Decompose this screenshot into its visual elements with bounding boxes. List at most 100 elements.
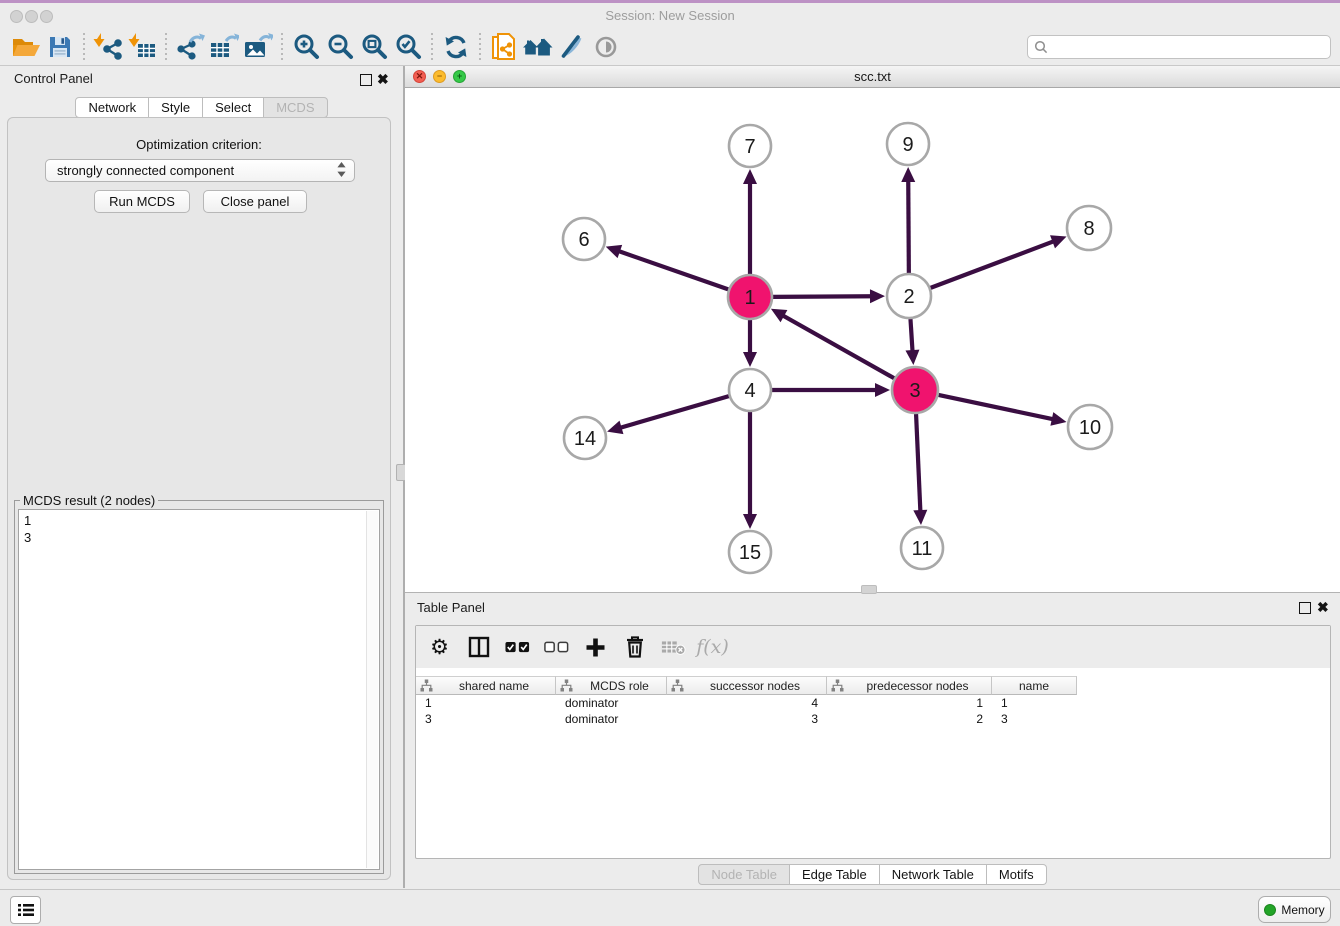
graph-node-label-4: 4 xyxy=(744,380,755,402)
tab-node-table[interactable]: Node Table xyxy=(698,864,790,885)
tab-motifs[interactable]: Motifs xyxy=(987,864,1047,885)
network-canvas[interactable]: 7968124314101511 xyxy=(405,88,1340,593)
tab-select[interactable]: Select xyxy=(203,97,264,118)
table-body: 1dominator4113dominator323 xyxy=(416,695,1330,727)
network-overview-button[interactable] xyxy=(521,31,555,63)
zoom-window-button[interactable] xyxy=(40,10,53,23)
deselect-all-button[interactable] xyxy=(544,634,569,660)
zoom-out-icon xyxy=(326,33,354,61)
table-row[interactable]: 1dominator411 xyxy=(416,695,1330,711)
export-image-button[interactable] xyxy=(241,31,275,63)
minimize-window-button[interactable] xyxy=(25,10,38,23)
network-window-controls: ✕ − + xyxy=(413,70,466,83)
graph-edge-2-8[interactable] xyxy=(931,241,1056,288)
graph-node-label-1: 1 xyxy=(744,287,755,309)
delete-table-button[interactable] xyxy=(661,634,686,660)
cell-name[interactable]: 3 xyxy=(992,712,1077,726)
deselect-all-icon xyxy=(544,641,569,654)
tab-edge-table[interactable]: Edge Table xyxy=(790,864,880,885)
task-history-button[interactable] xyxy=(10,896,41,924)
cell-predecessor_nodes[interactable]: 2 xyxy=(827,712,992,726)
graph-edge-3-10[interactable] xyxy=(938,395,1054,420)
cell-shared_name[interactable]: 3 xyxy=(416,712,556,726)
create-column-button[interactable] xyxy=(583,634,608,660)
column-header-successor-nodes[interactable]: successor nodes xyxy=(667,676,827,695)
tab-style[interactable]: Style xyxy=(149,97,203,118)
open-folder-icon xyxy=(11,35,41,59)
graph-edge-3-1[interactable] xyxy=(781,315,894,379)
cell-mcds_role[interactable]: dominator xyxy=(556,712,667,726)
column-header-shared-name[interactable]: shared name xyxy=(416,676,556,695)
cell-successor_nodes[interactable]: 3 xyxy=(667,712,827,726)
mcds-result-legend: MCDS result (2 nodes) xyxy=(20,493,158,508)
column-header-MCDS-role[interactable]: MCDS role xyxy=(556,676,667,695)
graph-edge-2-9[interactable] xyxy=(908,179,909,273)
function-builder-button[interactable]: f(x) xyxy=(700,634,725,660)
table-row[interactable]: 3dominator323 xyxy=(416,711,1330,727)
mcds-panel: Optimization criterion: strongly connect… xyxy=(7,117,391,880)
open-file-button[interactable] xyxy=(9,31,43,63)
graph-edge-arrow xyxy=(1050,235,1067,248)
column-header-predecessor-nodes[interactable]: predecessor nodes xyxy=(827,676,992,695)
result-scrollbar[interactable] xyxy=(366,511,378,868)
tab-network-table[interactable]: Network Table xyxy=(880,864,987,885)
close-panel-button[interactable]: Close panel xyxy=(203,190,307,213)
list-icon xyxy=(18,903,34,917)
zoom-out-button[interactable] xyxy=(323,31,357,63)
zoom-in-button[interactable] xyxy=(289,31,323,63)
import-table-button[interactable] xyxy=(125,31,159,63)
fx-icon: f(x) xyxy=(696,636,729,658)
network-maximize-button[interactable]: + xyxy=(453,70,466,83)
graphics-details-button[interactable] xyxy=(555,31,589,63)
save-session-button[interactable] xyxy=(43,31,77,63)
export-network-button[interactable] xyxy=(173,31,207,63)
graph-edge-4-14[interactable] xyxy=(619,396,729,428)
cell-name[interactable]: 1 xyxy=(992,696,1077,710)
graph-edge-arrow xyxy=(875,383,890,397)
table-settings-button[interactable]: ⚙ xyxy=(427,634,452,660)
network-close-button[interactable]: ✕ xyxy=(413,70,426,83)
show-hide-columns-button[interactable] xyxy=(466,634,491,660)
delete-columns-button[interactable] xyxy=(622,634,647,660)
criterion-select[interactable]: strongly connected component xyxy=(45,159,355,182)
canvas-divider-grip[interactable] xyxy=(861,585,877,594)
tab-network[interactable]: Network xyxy=(75,97,149,118)
table-panel-title: Table Panel xyxy=(417,600,485,615)
graph-edge-1-2[interactable] xyxy=(773,296,873,297)
cell-mcds_role[interactable]: dominator xyxy=(556,696,667,710)
zoom-selected-button[interactable] xyxy=(391,31,425,63)
tab-mcds[interactable]: MCDS xyxy=(264,97,327,118)
cell-shared_name[interactable]: 1 xyxy=(416,696,556,710)
mcds-result-area[interactable]: 1 3 xyxy=(18,509,380,870)
table-panel-close-button[interactable]: ✖ xyxy=(1317,600,1329,614)
graph-edge-2-3[interactable] xyxy=(910,319,912,353)
graph-edge-3-11[interactable] xyxy=(916,414,920,513)
export-image-icon xyxy=(243,33,273,61)
refresh-view-button[interactable] xyxy=(439,31,473,63)
select-all-button[interactable] xyxy=(505,634,530,660)
memory-label: Memory xyxy=(1281,903,1324,917)
import-network-button[interactable] xyxy=(91,31,125,63)
network-minimize-button[interactable]: − xyxy=(433,70,446,83)
hidden-elements-button[interactable] xyxy=(589,31,623,63)
close-window-button[interactable] xyxy=(10,10,23,23)
column-header-name[interactable]: name xyxy=(992,676,1077,695)
duplicate-network-button[interactable] xyxy=(487,31,521,63)
graph-node-label-3: 3 xyxy=(909,380,920,402)
run-mcds-button[interactable]: Run MCDS xyxy=(94,190,190,213)
control-panel-close-button[interactable]: ✖ xyxy=(377,72,389,86)
memory-button[interactable]: Memory xyxy=(1258,896,1331,923)
table-panel-float-button[interactable] xyxy=(1299,602,1311,614)
export-table-button[interactable] xyxy=(207,31,241,63)
import-table-icon xyxy=(128,33,156,61)
graph-edge-arrow xyxy=(913,510,927,525)
network-window-titlebar[interactable]: ✕ − + scc.txt xyxy=(405,66,1340,88)
zoom-fit-button[interactable] xyxy=(357,31,391,63)
cell-successor_nodes[interactable]: 4 xyxy=(667,696,827,710)
column-type-icon xyxy=(420,679,433,692)
cell-predecessor_nodes[interactable]: 1 xyxy=(827,696,992,710)
control-panel-float-button[interactable] xyxy=(360,74,372,86)
search-box[interactable] xyxy=(1027,35,1331,59)
search-input[interactable] xyxy=(1052,38,1324,55)
graph-edge-1-6[interactable] xyxy=(617,251,728,290)
